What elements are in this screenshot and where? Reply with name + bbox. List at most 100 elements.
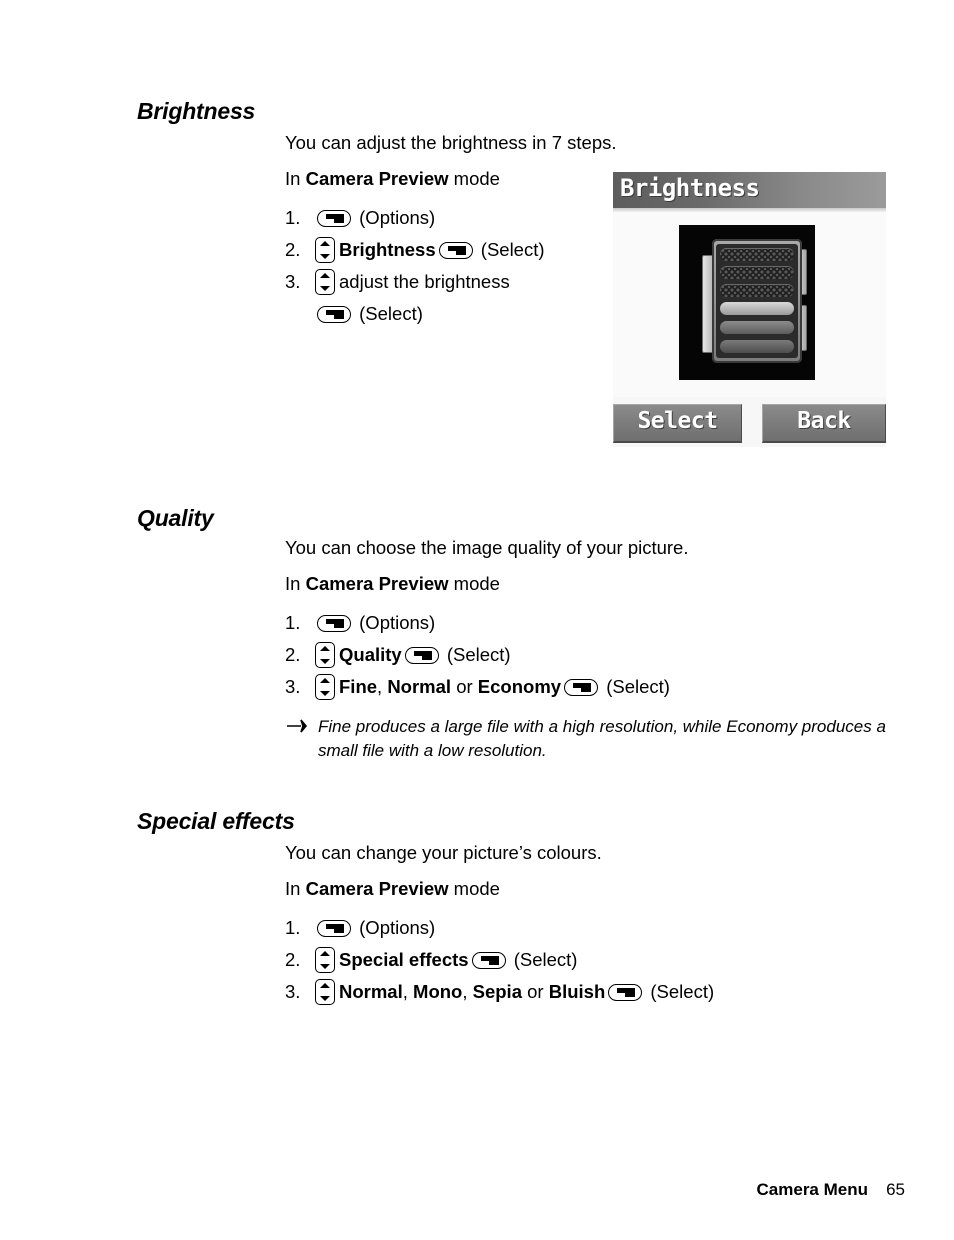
nav-up-down-icon <box>315 947 335 973</box>
softkey-icon <box>608 984 643 1001</box>
section-body-quality: You can choose the image quality of your… <box>285 537 905 763</box>
step-item: 1. (Options) <box>285 607 905 639</box>
note-text: Fine produces a large file with a high r… <box>318 717 886 760</box>
softkey-icon <box>438 242 473 259</box>
photo-grille-inner <box>716 244 798 358</box>
step-number: 3. <box>285 271 301 292</box>
phone-screenshot: Brightness Select Back <box>613 172 886 447</box>
step-bold-label: Special effects <box>339 949 469 970</box>
mode-bold: Camera Preview <box>305 878 449 899</box>
nav-up-down-icon <box>315 979 335 1005</box>
quality-separator: or <box>451 676 478 697</box>
step-item: 1. (Options) <box>285 912 905 944</box>
phone-softkey-bar: Select Back <box>613 404 886 447</box>
footer-page-number: 65 <box>886 1180 905 1199</box>
mode-prefix: In <box>285 878 306 899</box>
phone-softkey-back[interactable]: Back <box>762 404 886 443</box>
step-item: 3. Normal, Mono, Sepia or Bluish (Select) <box>285 976 905 1008</box>
mode-bold: Camera Preview <box>305 573 449 594</box>
quality-option-fine: Fine <box>339 676 378 697</box>
photo-slat <box>720 340 794 353</box>
nav-up-down-icon <box>315 642 335 668</box>
effect-comma: , <box>462 981 473 1002</box>
step-label: (Select) <box>513 949 578 970</box>
phone-content-area <box>613 212 886 397</box>
section-body-special-effects: You can change your picture’s colours. I… <box>285 842 905 1008</box>
step-number: 1. <box>285 207 301 228</box>
softkey-icon <box>317 920 351 937</box>
step-item: 2. Quality (Select) <box>285 639 905 671</box>
intro-paragraph-special-effects: You can change your picture’s colours. <box>285 842 602 863</box>
nav-up-down-icon <box>315 269 335 295</box>
mode-line-special-effects: In Camera Preview mode <box>285 878 905 900</box>
effect-option-sepia: Sepia <box>472 981 522 1002</box>
quality-comma: , <box>377 676 388 697</box>
nav-up-down-icon <box>315 237 335 263</box>
step-bold-label: Brightness <box>339 239 436 260</box>
footer-chapter-title: Camera Menu <box>756 1180 868 1199</box>
step-number: 1. <box>285 612 301 633</box>
step-label: (Select) <box>359 303 423 324</box>
mode-bold: Camera Preview <box>305 168 449 189</box>
phone-softkey-back-label: Back <box>797 408 851 434</box>
step-number: 2. <box>285 239 301 260</box>
mode-suffix: mode <box>448 573 500 594</box>
effect-option-mono: Mono <box>413 981 463 1002</box>
photo-slat <box>720 266 794 279</box>
photo-slat <box>720 302 794 315</box>
step-number: 1. <box>285 917 301 938</box>
softkey-icon <box>317 615 351 632</box>
step-label: (Select) <box>606 676 670 697</box>
effect-option-normal: Normal <box>339 981 403 1002</box>
mode-prefix: In <box>285 573 306 594</box>
photo-slat <box>720 284 794 297</box>
page-footer: Camera Menu 65 <box>0 1180 954 1206</box>
section-heading-brightness: Brightness <box>137 98 256 124</box>
step-number: 2. <box>285 644 301 665</box>
step-label: (Select) <box>650 981 715 1002</box>
effect-comma: , <box>402 981 414 1002</box>
phone-softkey-select-label: Select <box>637 408 718 434</box>
softkey-icon <box>404 647 439 664</box>
softkey-icon <box>564 679 599 696</box>
softkey-icon <box>317 210 351 227</box>
step-label: (Select) <box>480 239 545 260</box>
arrow-bullet-icon <box>285 715 309 737</box>
effect-option-bluish: Bluish <box>548 981 606 1002</box>
steps-list-special-effects: 1. (Options) 2. Special effects (Select) … <box>285 912 905 1008</box>
step-label: (Select) <box>446 644 511 665</box>
effect-separator: or <box>521 981 549 1002</box>
photo-slat <box>720 248 794 261</box>
mode-prefix: In <box>285 168 306 189</box>
phone-title-text: Brightness <box>620 174 760 202</box>
step-label: (Options) <box>359 612 436 633</box>
steps-list-quality: 1. (Options) 2. Quality (Select) 3. Fine, … <box>285 607 905 703</box>
brightness-preview-photo <box>679 225 815 380</box>
quality-option-normal: Normal <box>387 676 452 697</box>
quality-option-economy: Economy <box>477 676 562 697</box>
photo-grille <box>712 239 802 363</box>
mode-suffix: mode <box>448 168 500 189</box>
photo-slat <box>720 321 794 334</box>
step-item: 2. Special effects (Select) <box>285 944 905 976</box>
step-label: (Options) <box>359 917 436 938</box>
mode-suffix: mode <box>448 878 500 899</box>
softkey-icon <box>471 952 506 969</box>
section-heading-special-effects: Special effects <box>137 808 295 834</box>
step-item: 3. Fine, Normal or Economy (Select) <box>285 671 905 703</box>
step-plain-label: adjust the brightness <box>339 271 510 292</box>
photo-subject <box>702 239 807 363</box>
step-number: 2. <box>285 949 301 970</box>
note-quality: Fine produces a large file with a high r… <box>285 715 905 763</box>
step-label: (Options) <box>359 207 436 228</box>
intro-paragraph-brightness: You can adjust the brightness in 7 steps… <box>285 132 617 153</box>
phone-softkey-select[interactable]: Select <box>613 404 742 443</box>
softkey-icon <box>317 306 351 323</box>
document-page: Brightness You can adjust the brightness… <box>0 0 954 1240</box>
step-bold-label: Quality <box>339 644 402 665</box>
nav-up-down-icon <box>315 674 335 700</box>
section-heading-quality: Quality <box>137 505 214 531</box>
intro-paragraph-quality: You can choose the image quality of your… <box>285 537 689 558</box>
mode-line-quality: In Camera Preview mode <box>285 573 905 595</box>
step-number: 3. <box>285 981 301 1002</box>
